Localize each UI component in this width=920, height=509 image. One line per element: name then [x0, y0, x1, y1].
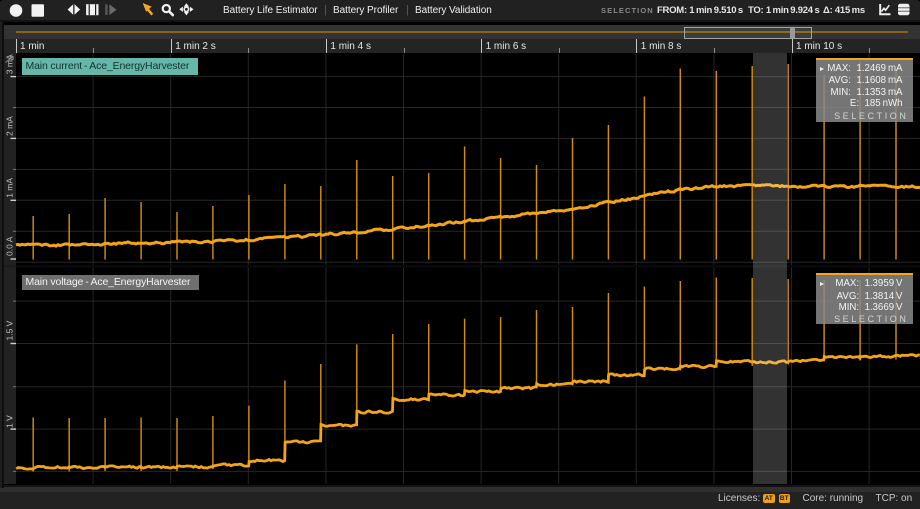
- svg-text:1 V: 1 V: [5, 415, 15, 428]
- svg-text:1 mA: 1 mA: [5, 178, 15, 198]
- svg-text:2 mA: 2 mA: [5, 116, 15, 136]
- svg-text:0.0 A: 0.0 A: [5, 236, 15, 256]
- svg-text:1.5 V: 1.5 V: [5, 320, 15, 340]
